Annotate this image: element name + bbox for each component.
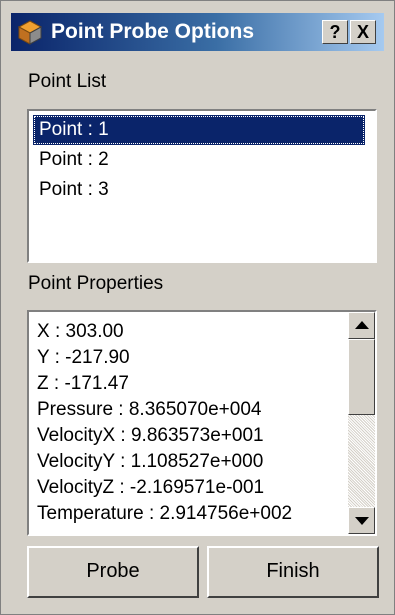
help-icon: ? — [329, 22, 341, 42]
properties-text: X : 303.00 Y : -217.90 Z : -171.47 Press… — [37, 319, 347, 527]
property-y: Y : -217.90 — [37, 347, 130, 368]
title-bar[interactable]: Point Probe Options ? X — [11, 13, 384, 51]
close-button[interactable]: X — [350, 20, 376, 44]
point-list[interactable]: Point : 1 Point : 2 Point : 3 — [27, 109, 377, 263]
property-velocity-x: VelocityX : 9.863573e+001 — [37, 425, 264, 446]
close-icon: X — [356, 22, 369, 42]
help-button[interactable]: ? — [322, 20, 348, 44]
scroll-thumb[interactable] — [348, 339, 375, 415]
property-pressure: Pressure : 8.365070e+004 — [37, 399, 262, 420]
property-temperature: Temperature : 2.914756e+002 — [37, 503, 293, 524]
point-probe-options-dialog: Point Probe Options ? X Point List Point… — [0, 0, 395, 615]
cube-icon — [17, 20, 43, 45]
point-properties-label: Point Properties — [28, 273, 164, 294]
finish-button[interactable]: Finish — [207, 546, 379, 598]
scroll-up-button[interactable] — [348, 312, 375, 339]
scroll-down-button[interactable] — [348, 507, 375, 534]
point-properties-box[interactable]: X : 303.00 Y : -217.90 Z : -171.47 Press… — [27, 310, 377, 536]
arrow-down-icon — [355, 517, 369, 525]
list-item-point-1[interactable]: Point : 1 — [33, 115, 365, 145]
point-list-label: Point List — [28, 71, 107, 92]
property-z: Z : -171.47 — [37, 373, 129, 394]
arrow-up-icon — [355, 321, 369, 329]
window-title: Point Probe Options — [51, 20, 254, 43]
property-velocity-z: VelocityZ : -2.169571e-001 — [37, 477, 265, 498]
list-item-point-2[interactable]: Point : 2 — [33, 145, 365, 175]
list-item-point-3[interactable]: Point : 3 — [33, 175, 365, 205]
property-x: X : 303.00 — [37, 321, 124, 342]
properties-scrollbar[interactable] — [348, 312, 375, 534]
probe-button[interactable]: Probe — [27, 546, 199, 598]
property-velocity-y: VelocityY : 1.108527e+000 — [37, 451, 264, 472]
